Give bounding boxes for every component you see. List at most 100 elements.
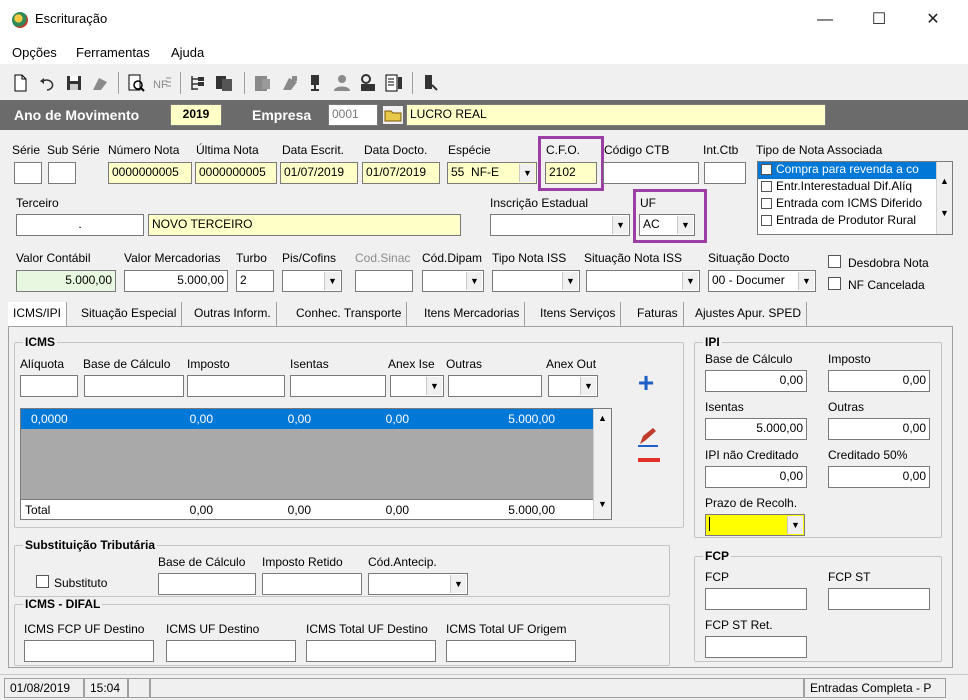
maximize-button[interactable]: ☐ [856, 0, 902, 40]
grid-scrollbar[interactable]: ▲ ▼ [593, 409, 611, 519]
scroll-up-icon[interactable]: ▲ [937, 176, 952, 186]
tab-situacao-especial[interactable]: Situação Especial [76, 302, 183, 326]
chevron-down-icon[interactable]: ▼ [466, 272, 482, 290]
terceiro-code-input[interactable]: . [16, 214, 144, 236]
desdobra-nota-checkbox[interactable] [828, 255, 841, 268]
difal-total-uf-origem-input[interactable] [446, 640, 576, 662]
folder-open-icon[interactable] [383, 106, 403, 124]
scroll-down-icon[interactable]: ▼ [594, 499, 611, 509]
tab-faturas[interactable]: Faturas [632, 302, 684, 326]
copy-icon[interactable] [214, 73, 234, 93]
prazo-recolh-select[interactable]: ▼ [705, 514, 805, 536]
nf-cancelada-checkbox[interactable] [828, 277, 841, 290]
codigo-ctb-input[interactable] [603, 162, 699, 184]
ipi-base-input[interactable]: 0,00 [705, 370, 807, 392]
difal-uf-destino-input[interactable] [166, 640, 296, 662]
st-base-input[interactable] [158, 573, 256, 595]
tipo-nota-scrollbar[interactable]: ▲ ▼ [936, 162, 952, 234]
fcp-input[interactable] [705, 588, 807, 610]
valor-contabil-input[interactable]: 5.000,00 [16, 270, 116, 292]
preview-icon[interactable] [126, 73, 146, 93]
new-icon[interactable] [10, 73, 30, 93]
delete-icon[interactable] [90, 73, 110, 93]
chevron-down-icon[interactable]: ▼ [426, 377, 442, 395]
int-ctb-input[interactable] [704, 162, 746, 184]
ipi-imposto-input[interactable]: 0,00 [828, 370, 930, 392]
chevron-down-icon[interactable]: ▼ [682, 272, 698, 290]
especie-select[interactable]: 55 NF-E ▼ [447, 162, 537, 184]
ipi-creditado-50-input[interactable]: 0,00 [828, 466, 930, 488]
minimize-button[interactable]: — [802, 0, 848, 40]
tipo-nota-item[interactable]: Entr.Interestadual Dif.Alíq [758, 179, 952, 196]
tree-icon[interactable] [188, 73, 208, 93]
pages-icon[interactable] [384, 73, 404, 93]
ipi-nao-creditado-input[interactable]: 0,00 [705, 466, 807, 488]
ipi-isentas-input[interactable]: 5.000,00 [705, 418, 807, 440]
user-icon[interactable] [332, 73, 352, 93]
imposto-input[interactable] [187, 375, 285, 397]
checkbox[interactable] [761, 181, 772, 192]
situacao-docto-select[interactable]: 00 - Documer ▼ [708, 270, 816, 292]
fcp-st-ret-input[interactable] [705, 636, 807, 658]
serie-input[interactable] [14, 162, 42, 184]
situacao-nota-iss-select[interactable]: ▼ [586, 270, 700, 292]
tipo-nota-item[interactable]: Compra para revenda a co [758, 162, 952, 179]
ultima-nota-input[interactable]: 0000000005 [195, 162, 277, 184]
inscricao-select[interactable]: ▼ [490, 214, 630, 236]
valor-mercadorias-input[interactable]: 5.000,00 [124, 270, 228, 292]
edit-icon[interactable] [636, 424, 660, 448]
anex-ise-select[interactable]: ▼ [390, 375, 444, 397]
substituto-checkbox[interactable] [36, 575, 49, 588]
aliquota-input[interactable] [20, 375, 78, 397]
pis-cofins-select[interactable]: ▼ [282, 270, 342, 292]
turbo-input[interactable]: 2 [236, 270, 274, 292]
tipo-nota-listbox[interactable]: Compra para revenda a co Entr.Interestad… [757, 161, 953, 235]
tipo-nota-item[interactable]: Entrada de Produtor Rural [758, 213, 952, 230]
chevron-down-icon[interactable]: ▼ [562, 272, 578, 290]
import-icon[interactable] [280, 73, 300, 93]
menu-opcoes[interactable]: Opções [12, 45, 57, 60]
save-icon[interactable] [64, 73, 84, 93]
checkbox[interactable] [761, 198, 772, 209]
tab-conhec-transporte[interactable]: Conhec. Transporte [291, 302, 408, 326]
cod-sinac-input[interactable] [355, 270, 413, 292]
ano-input[interactable]: 2019 [170, 104, 222, 126]
tab-itens-servicos[interactable]: Itens Serviços [535, 302, 622, 326]
export-icon[interactable] [306, 73, 326, 93]
st-cod-antecip-select[interactable]: ▼ [368, 573, 468, 595]
tab-outras-inform[interactable]: Outras Inform. [189, 302, 277, 326]
chevron-down-icon[interactable]: ▼ [450, 575, 466, 593]
close-button[interactable]: ✕ [910, 0, 956, 40]
tab-icms-ipi[interactable]: ICMS/IPI [8, 302, 68, 326]
scroll-up-icon[interactable]: ▲ [594, 413, 611, 423]
report-icon[interactable] [252, 73, 272, 93]
tipo-nota-item[interactable]: Entrada com ICMS Diferido [758, 196, 952, 213]
data-escrit-input[interactable]: 01/07/2019 [280, 162, 358, 184]
add-icon[interactable]: + [633, 369, 659, 397]
fcp-st-input[interactable] [828, 588, 930, 610]
menu-ajuda[interactable]: Ajuda [171, 45, 204, 60]
tipo-nota-iss-select[interactable]: ▼ [492, 270, 580, 292]
tab-ajustes-sped[interactable]: Ajustes Apur. SPED [690, 302, 808, 326]
cod-dipam-select[interactable]: ▼ [422, 270, 484, 292]
remove-icon[interactable] [638, 458, 660, 462]
st-imposto-retido-input[interactable] [262, 573, 362, 595]
chevron-down-icon[interactable]: ▼ [612, 216, 628, 234]
sub-serie-input[interactable] [48, 162, 76, 184]
chevron-down-icon[interactable]: ▼ [580, 377, 596, 395]
undo-icon[interactable] [38, 73, 58, 93]
data-docto-input[interactable]: 01/07/2019 [362, 162, 440, 184]
chevron-down-icon[interactable]: ▼ [324, 272, 340, 290]
ipi-outras-input[interactable]: 0,00 [828, 418, 930, 440]
anex-out-select[interactable]: ▼ [548, 375, 598, 397]
numero-nota-input[interactable]: 0000000005 [108, 162, 192, 184]
difal-fcp-uf-destino-input[interactable] [24, 640, 154, 662]
empresa-code-input[interactable]: 0001 [328, 104, 378, 126]
calculator-icon[interactable] [358, 73, 378, 93]
exit-icon[interactable] [420, 73, 440, 93]
menu-ferramentas[interactable]: Ferramentas [76, 45, 150, 60]
scroll-down-icon[interactable]: ▼ [937, 208, 952, 218]
chevron-down-icon[interactable]: ▼ [798, 272, 814, 290]
chevron-down-icon[interactable]: ▼ [519, 164, 535, 182]
difal-total-uf-destino-input[interactable] [306, 640, 436, 662]
